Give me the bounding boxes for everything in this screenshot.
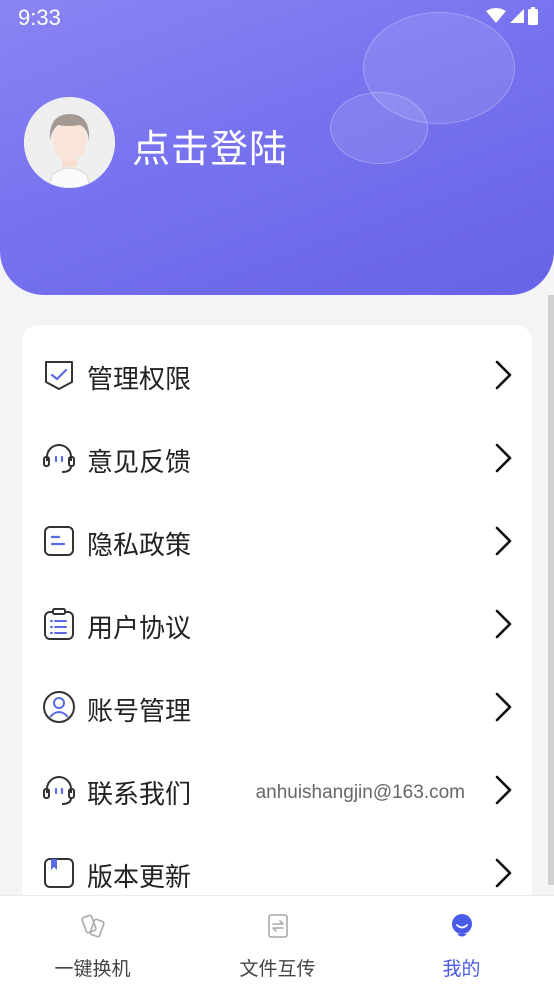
menu-item-label: 版本更新 <box>87 863 192 893</box>
avatar[interactable] <box>24 97 115 188</box>
profile-header: 9:33 点击登陆 <box>0 0 554 295</box>
menu-item-label: 意见反馈 <box>87 448 192 478</box>
default-avatar-icon <box>24 97 115 188</box>
chevron-right-icon <box>495 609 512 639</box>
signal-icon <box>510 9 524 23</box>
menu-item-user-agreement[interactable]: 用户协议 <box>22 574 532 657</box>
contact-email: anhuishangjin@163.com <box>255 782 465 803</box>
menu-item-feedback[interactable]: 意见反馈 <box>22 408 532 491</box>
chevron-right-icon <box>495 858 512 888</box>
bottom-tab-bar: 一键换机 文件互传 我的 <box>0 895 554 984</box>
status-time: 9:33 <box>18 5 61 30</box>
menu-item-label: 联系我们 <box>87 780 192 810</box>
bookmark-icon <box>44 858 74 888</box>
menu-item-contact[interactable]: 联系我们 anhuishangjin@163.com <box>22 740 532 823</box>
clipboard-list-icon <box>44 608 74 640</box>
tab-label: 文件互传 <box>239 958 316 980</box>
menu-item-account[interactable]: 账号管理 <box>22 657 532 740</box>
menu-item-label: 隐私政策 <box>87 531 192 561</box>
tab-label: 我的 <box>442 958 481 980</box>
headset-icon <box>43 776 75 805</box>
tab-file-transfer[interactable]: 文件互传 <box>185 896 370 984</box>
chevron-right-icon <box>495 775 512 805</box>
chevron-right-icon <box>495 443 512 473</box>
headset-icon <box>43 444 75 473</box>
menu-card: 管理权限 意见反馈 隐私政策 用户协议 账号管理 联系我们 anhuishang… <box>22 325 532 905</box>
status-bar: 9:33 <box>0 0 554 34</box>
menu-item-label: 账号管理 <box>87 697 192 727</box>
menu-item-label: 用户协议 <box>87 614 192 644</box>
profile-icon <box>452 914 472 937</box>
user-circle-icon <box>43 691 75 723</box>
tab-phone-switch[interactable]: 一键换机 <box>0 896 185 984</box>
login-prompt[interactable]: 点击登陆 <box>132 118 288 173</box>
tab-label: 一键换机 <box>54 958 131 980</box>
tab-mine[interactable]: 我的 <box>369 896 554 984</box>
chevron-right-icon <box>495 692 512 722</box>
menu-item-label: 管理权限 <box>87 365 192 395</box>
menu-item-permissions[interactable]: 管理权限 <box>22 325 532 408</box>
battery-icon <box>528 7 538 25</box>
menu-item-privacy[interactable]: 隐私政策 <box>22 491 532 574</box>
file-transfer-icon <box>268 914 288 938</box>
shield-check-icon <box>45 361 73 390</box>
chevron-right-icon <box>495 526 512 556</box>
decor-bubble <box>330 92 428 164</box>
chevron-right-icon <box>495 360 512 390</box>
phone-swap-icon <box>81 914 105 938</box>
document-icon <box>44 526 74 556</box>
scrollbar[interactable] <box>548 295 554 885</box>
menu-item-update[interactable]: 版本更新 <box>22 823 532 906</box>
wifi-icon <box>486 8 506 23</box>
